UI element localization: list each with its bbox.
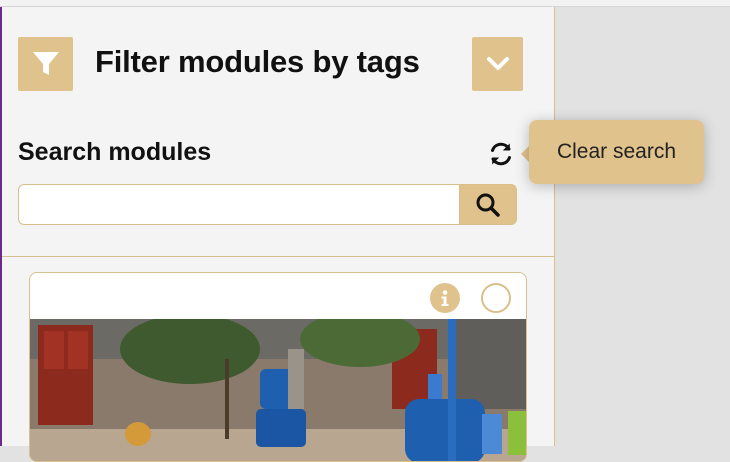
clear-search-button[interactable]	[486, 139, 516, 169]
module-info-button[interactable]	[430, 283, 460, 313]
expand-tags-button[interactable]	[472, 37, 523, 91]
chevron-down-icon	[486, 57, 509, 70]
filter-panel: Filter modules by tags Search modules	[2, 7, 555, 462]
module-image	[30, 319, 526, 461]
panel-title: Filter modules by tags	[95, 44, 420, 79]
search-label: Search modules	[18, 138, 212, 166]
top-bar	[0, 0, 730, 7]
search-icon	[476, 193, 500, 217]
refresh-icon	[491, 142, 511, 166]
clear-search-tooltip: Clear search	[529, 120, 704, 184]
filter-button[interactable]	[18, 37, 73, 91]
module-select-toggle[interactable]	[481, 283, 511, 313]
search-input[interactable]	[18, 184, 459, 225]
info-icon	[441, 290, 449, 306]
funnel-icon	[32, 52, 59, 75]
module-card[interactable]	[29, 272, 527, 462]
search-submit-button[interactable]	[459, 184, 517, 225]
panel-divider	[2, 256, 554, 257]
tooltip-arrow	[521, 146, 529, 162]
